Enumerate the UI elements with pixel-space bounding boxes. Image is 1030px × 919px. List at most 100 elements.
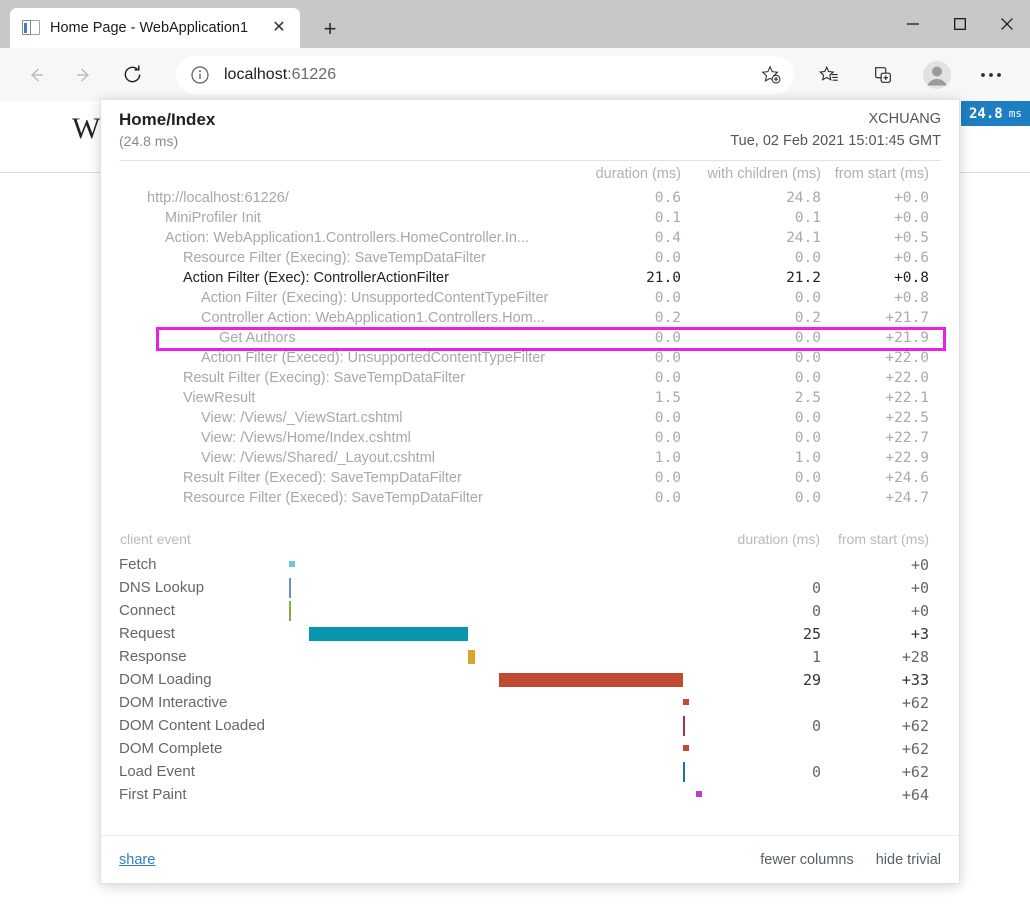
client-timeline-header-row: client event duration (ms) from start (m… (119, 530, 941, 553)
favorites-star-icon[interactable] (810, 56, 848, 94)
timing-row-label: Result Filter (Execed): SaveTempDataFilt… (119, 468, 563, 488)
close-icon[interactable] (983, 0, 1030, 48)
col-track (289, 530, 721, 553)
timing-row-with-children: 0.0 (681, 348, 821, 368)
footer-actions: fewer columns hide trivial (760, 852, 941, 868)
timing-row-label: Resource Filter (Execing): SaveTempDataF… (119, 248, 563, 268)
client-event-row: DOM Content Loaded0+62 (119, 714, 941, 737)
profiler-title: Home/Index (119, 110, 941, 130)
miniprofiler-badge-value: 24.8 (969, 106, 1003, 122)
timing-row[interactable]: MiniProfiler Init0.10.1+0.0 (119, 208, 941, 228)
fewer-columns-button[interactable]: fewer columns (760, 852, 853, 868)
timing-row-from-start: +0.6 (821, 248, 941, 268)
timing-row[interactable]: Action Filter (Execed): UnsupportedConte… (119, 348, 941, 368)
client-event-from-start: +62 (821, 691, 941, 714)
close-tab-icon[interactable]: ✕ (266, 15, 292, 41)
timing-row-with-children: 24.1 (681, 228, 821, 248)
timing-row-from-start: +22.0 (821, 348, 941, 368)
timing-row-from-start: +0.0 (821, 188, 941, 208)
timing-row-duration: 1.5 (563, 388, 681, 408)
url-port: :61226 (287, 66, 336, 83)
hide-trivial-button[interactable]: hide trivial (876, 852, 941, 868)
timing-row[interactable]: Result Filter (Execing): SaveTempDataFil… (119, 368, 941, 388)
client-event-row: DOM Complete+62 (119, 737, 941, 760)
timing-row[interactable]: Resource Filter (Execing): SaveTempDataF… (119, 248, 941, 268)
client-event-from-start: +0 (821, 599, 941, 622)
forward-arrow-icon[interactable] (64, 55, 104, 95)
share-link[interactable]: share (119, 852, 155, 868)
client-event-tick (289, 578, 291, 598)
timing-row-with-children: 21.2 (681, 268, 821, 288)
timing-row[interactable]: http://localhost:61226/0.624.8+0.0 (119, 188, 941, 208)
profile-avatar-icon[interactable] (918, 56, 956, 94)
timing-row[interactable]: Result Filter (Execed): SaveTempDataFilt… (119, 468, 941, 488)
settings-ellipsis-icon[interactable] (972, 56, 1010, 94)
client-event-duration (721, 737, 821, 760)
client-event-duration: 1 (721, 645, 821, 668)
timing-row[interactable]: View: /Views/_ViewStart.cshtml0.00.0+22.… (119, 408, 941, 428)
timing-row-duration: 0.0 (563, 428, 681, 448)
address-bar[interactable]: localhost:61226 (176, 56, 794, 94)
col-client-duration: duration (ms) (721, 530, 821, 553)
client-event-duration (721, 553, 821, 576)
timings-table: duration (ms) with children (ms) from st… (119, 162, 941, 508)
timing-row-duration: 0.0 (563, 328, 681, 348)
timing-row-with-children: 0.1 (681, 208, 821, 228)
miniprofiler-badge[interactable]: 24.8 ms (961, 101, 1030, 126)
timing-row-duration: 0.6 (563, 188, 681, 208)
timing-row-with-children: 0.0 (681, 468, 821, 488)
timing-row[interactable]: Action: WebApplication1.Controllers.Home… (119, 228, 941, 248)
timing-row[interactable]: Action Filter (Exec): ControllerActionFi… (119, 268, 941, 288)
client-event-label: Load Event (119, 760, 289, 783)
profiler-machine-name: XCHUANG (868, 111, 941, 127)
timing-row[interactable]: View: /Views/Home/Index.cshtml0.00.0+22.… (119, 428, 941, 448)
timing-row-with-children: 2.5 (681, 388, 821, 408)
col-client-from-start: from start (ms) (821, 530, 941, 553)
client-event-duration: 0 (721, 760, 821, 783)
collections-icon[interactable] (864, 56, 902, 94)
timing-row[interactable]: ViewResult1.52.5+22.1 (119, 388, 941, 408)
timing-row[interactable]: Get Authors0.00.0+21.9 (119, 328, 941, 348)
client-event-track (289, 599, 721, 622)
timing-row-with-children: 0.0 (681, 408, 821, 428)
client-event-label: First Paint (119, 783, 289, 806)
profiler-timestamp: Tue, 02 Feb 2021 15:01:45 GMT (730, 133, 941, 149)
col-client-event: client event (119, 530, 289, 553)
timing-row-label: MiniProfiler Init (119, 208, 563, 228)
client-event-track (289, 645, 721, 668)
client-event-from-start: +33 (821, 668, 941, 691)
back-arrow-icon[interactable] (16, 55, 56, 95)
client-event-from-start: +28 (821, 645, 941, 668)
browser-tab[interactable]: Home Page - WebApplication1 ✕ (10, 8, 300, 48)
timing-row-with-children: 0.0 (681, 488, 821, 508)
reload-icon[interactable] (112, 55, 152, 95)
maximize-icon[interactable] (936, 0, 983, 48)
timing-row-from-start: +21.7 (821, 308, 941, 328)
timing-row[interactable]: Action Filter (Execing): UnsupportedCont… (119, 288, 941, 308)
timing-row-with-children: 1.0 (681, 448, 821, 468)
client-event-tick (683, 762, 685, 782)
client-event-track (289, 760, 721, 783)
client-event-tick (289, 601, 291, 621)
url-text[interactable]: localhost:61226 (224, 66, 756, 84)
add-favorite-star-icon[interactable] (756, 60, 786, 90)
timing-row[interactable]: View: /Views/Shared/_Layout.cshtml1.01.0… (119, 448, 941, 468)
client-timeline-wrapper: client event duration (ms) from start (m… (101, 520, 959, 806)
new-tab-button[interactable]: + (315, 14, 345, 44)
browser-window: Home Page - WebApplication1 ✕ + (0, 0, 1030, 919)
client-event-track (289, 622, 721, 645)
minimize-icon[interactable] (889, 0, 936, 48)
client-event-row: Request25+3 (119, 622, 941, 645)
client-event-track (289, 714, 721, 737)
info-icon[interactable] (190, 65, 210, 85)
timing-row-duration: 0.0 (563, 368, 681, 388)
miniprofiler-popup: Home/Index (24.8 ms) XCHUANG Tue, 02 Feb… (100, 99, 960, 884)
client-event-duration (721, 783, 821, 806)
timing-row-with-children: 0.0 (681, 428, 821, 448)
timing-row[interactable]: Controller Action: WebApplication1.Contr… (119, 308, 941, 328)
timing-row-label: Resource Filter (Execed): SaveTempDataFi… (119, 488, 563, 508)
timing-row-label: Get Authors (119, 328, 563, 348)
window-controls (889, 0, 1030, 48)
timing-row[interactable]: Resource Filter (Execed): SaveTempDataFi… (119, 488, 941, 508)
client-event-label: DOM Interactive (119, 691, 289, 714)
